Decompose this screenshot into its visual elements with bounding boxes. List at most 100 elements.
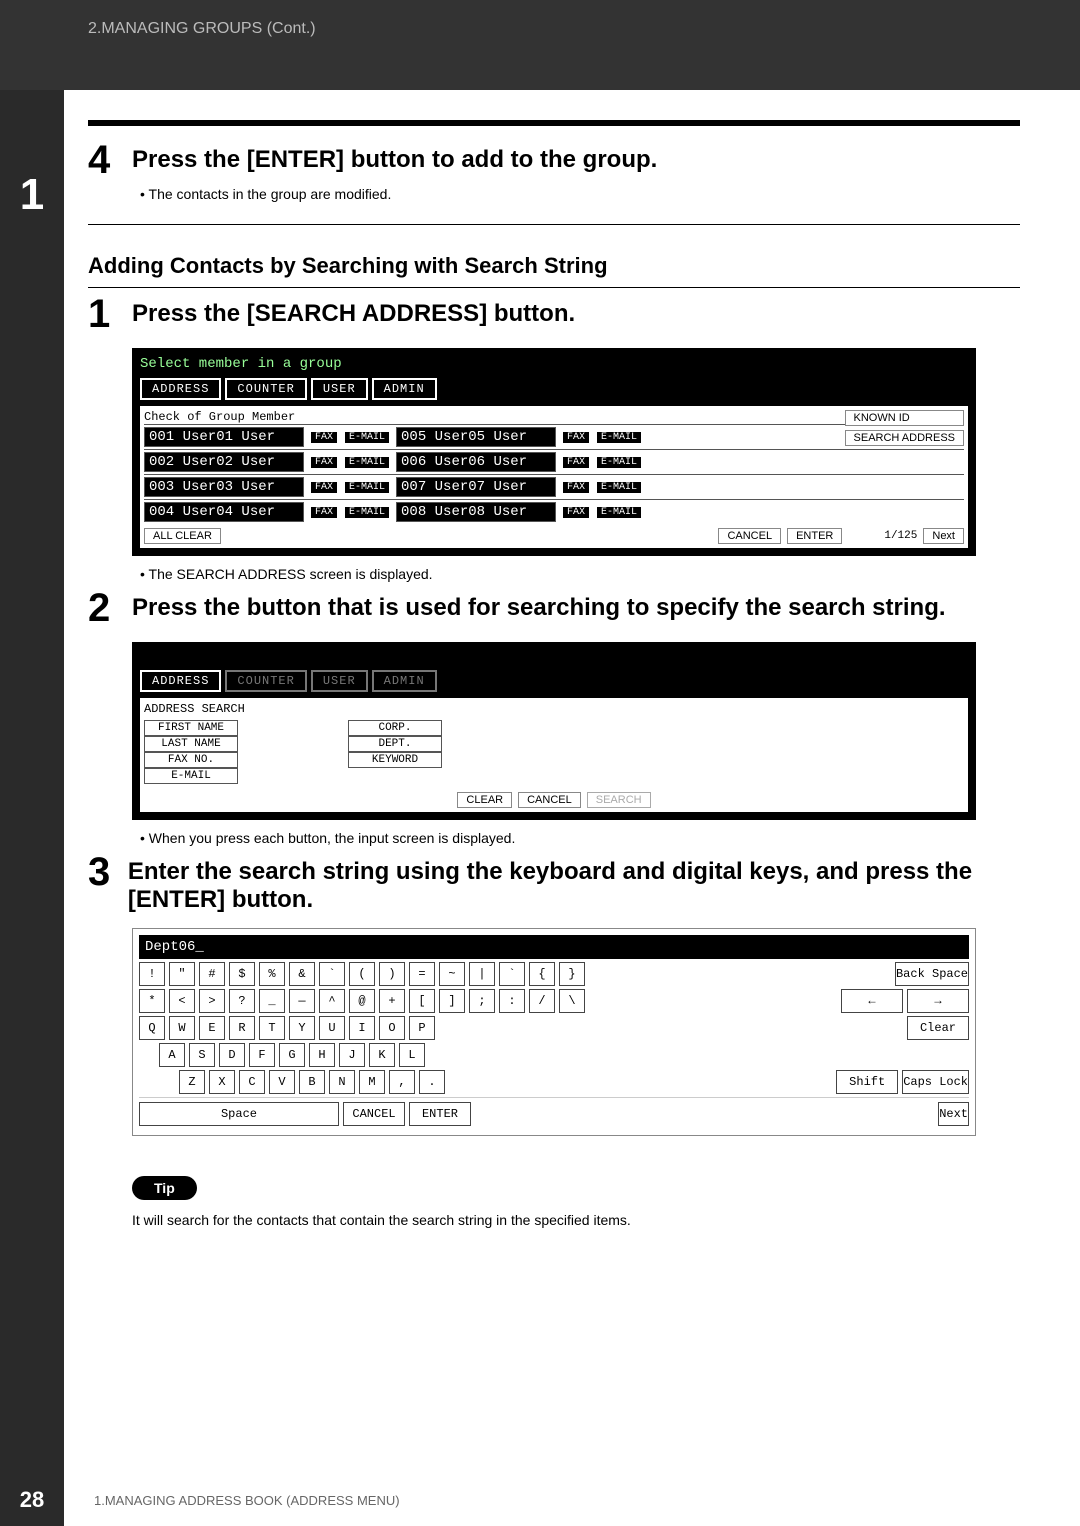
key[interactable]: @ bbox=[349, 989, 375, 1013]
search-address-button[interactable]: SEARCH ADDRESS bbox=[845, 430, 964, 446]
key[interactable]: % bbox=[259, 962, 285, 986]
fax-pill[interactable]: FAX bbox=[310, 456, 338, 469]
key[interactable]: Q bbox=[139, 1016, 165, 1040]
email-pill[interactable]: E-MAIL bbox=[344, 431, 390, 444]
key[interactable]: B bbox=[299, 1070, 325, 1094]
key[interactable]: O bbox=[379, 1016, 405, 1040]
key[interactable]: | bbox=[469, 962, 495, 986]
key[interactable]: W bbox=[169, 1016, 195, 1040]
key[interactable]: # bbox=[199, 962, 225, 986]
all-clear-button[interactable]: ALL CLEAR bbox=[144, 528, 221, 544]
key[interactable]: — bbox=[289, 989, 315, 1013]
key--[interactable]: ← bbox=[841, 989, 903, 1013]
field-button-keyword[interactable]: KEYWORD bbox=[348, 752, 442, 768]
member-cell[interactable]: 005 User05 User bbox=[396, 427, 556, 447]
key[interactable]: } bbox=[559, 962, 585, 986]
next-key[interactable]: Next bbox=[938, 1102, 969, 1126]
field-button-fax-no-[interactable]: FAX NO. bbox=[144, 752, 238, 768]
member-cell[interactable]: 001 User01 User bbox=[144, 427, 304, 447]
key[interactable]: & bbox=[289, 962, 315, 986]
tab-address[interactable]: ADDRESS bbox=[140, 378, 221, 400]
key[interactable]: Y bbox=[289, 1016, 315, 1040]
fax-pill[interactable]: FAX bbox=[310, 506, 338, 519]
tab-counter[interactable]: COUNTER bbox=[225, 378, 306, 400]
key[interactable]: ] bbox=[439, 989, 465, 1013]
member-cell[interactable]: 008 User08 User bbox=[396, 502, 556, 522]
key[interactable]: U bbox=[319, 1016, 345, 1040]
tab-address[interactable]: ADDRESS bbox=[140, 670, 221, 692]
space-key[interactable]: Space bbox=[139, 1102, 339, 1126]
email-pill[interactable]: E-MAIL bbox=[596, 456, 642, 469]
email-pill[interactable]: E-MAIL bbox=[596, 481, 642, 494]
key[interactable]: , bbox=[389, 1070, 415, 1094]
field-button-first-name[interactable]: FIRST NAME bbox=[144, 720, 238, 736]
cancel-button[interactable]: CANCEL bbox=[518, 792, 581, 808]
field-button-last-name[interactable]: LAST NAME bbox=[144, 736, 238, 752]
key[interactable]: ~ bbox=[439, 962, 465, 986]
enter-key[interactable]: ENTER bbox=[409, 1102, 471, 1126]
key[interactable]: S bbox=[189, 1043, 215, 1067]
key[interactable]: < bbox=[169, 989, 195, 1013]
key[interactable]: > bbox=[199, 989, 225, 1013]
cancel-key[interactable]: CANCEL bbox=[343, 1102, 405, 1126]
fax-pill[interactable]: FAX bbox=[562, 506, 590, 519]
key[interactable]: / bbox=[529, 989, 555, 1013]
key[interactable]: H bbox=[309, 1043, 335, 1067]
next-button[interactable]: Next bbox=[923, 528, 964, 544]
key[interactable]: P bbox=[409, 1016, 435, 1040]
key[interactable]: ; bbox=[469, 989, 495, 1013]
member-cell[interactable]: 003 User03 User bbox=[144, 477, 304, 497]
member-cell[interactable]: 002 User02 User bbox=[144, 452, 304, 472]
key[interactable]: I bbox=[349, 1016, 375, 1040]
enter-button[interactable]: ENTER bbox=[787, 528, 842, 544]
key-back-space[interactable]: Back Space bbox=[895, 962, 969, 986]
member-cell[interactable]: 006 User06 User bbox=[396, 452, 556, 472]
key[interactable]: J bbox=[339, 1043, 365, 1067]
cancel-button[interactable]: CANCEL bbox=[718, 528, 781, 544]
email-pill[interactable]: E-MAIL bbox=[596, 431, 642, 444]
key[interactable]: N bbox=[329, 1070, 355, 1094]
fax-pill[interactable]: FAX bbox=[310, 481, 338, 494]
fax-pill[interactable]: FAX bbox=[562, 481, 590, 494]
key[interactable]: M bbox=[359, 1070, 385, 1094]
key[interactable]: Z bbox=[179, 1070, 205, 1094]
key-clear[interactable]: Clear bbox=[907, 1016, 969, 1040]
key[interactable]: $ bbox=[229, 962, 255, 986]
fax-pill[interactable]: FAX bbox=[562, 456, 590, 469]
email-pill[interactable]: E-MAIL bbox=[344, 456, 390, 469]
key[interactable]: [ bbox=[409, 989, 435, 1013]
tab-admin[interactable]: ADMIN bbox=[372, 378, 437, 400]
field-button-e-mail[interactable]: E-MAIL bbox=[144, 768, 238, 784]
key[interactable]: ! bbox=[139, 962, 165, 986]
key[interactable]: ` bbox=[319, 962, 345, 986]
key[interactable]: L bbox=[399, 1043, 425, 1067]
field-button-corp-[interactable]: CORP. bbox=[348, 720, 442, 736]
key[interactable]: { bbox=[529, 962, 555, 986]
known-id-button[interactable]: KNOWN ID bbox=[845, 410, 964, 426]
key[interactable]: X bbox=[209, 1070, 235, 1094]
fax-pill[interactable]: FAX bbox=[310, 431, 338, 444]
email-pill[interactable]: E-MAIL bbox=[344, 481, 390, 494]
key[interactable]: ` bbox=[499, 962, 525, 986]
email-pill[interactable]: E-MAIL bbox=[596, 506, 642, 519]
key[interactable]: ) bbox=[379, 962, 405, 986]
key-shift[interactable]: Shift bbox=[836, 1070, 898, 1094]
key[interactable]: T bbox=[259, 1016, 285, 1040]
member-cell[interactable]: 004 User04 User bbox=[144, 502, 304, 522]
member-cell[interactable]: 007 User07 User bbox=[396, 477, 556, 497]
key[interactable]: K bbox=[369, 1043, 395, 1067]
key[interactable]: " bbox=[169, 962, 195, 986]
key[interactable]: A bbox=[159, 1043, 185, 1067]
fax-pill[interactable]: FAX bbox=[562, 431, 590, 444]
key[interactable]: E bbox=[199, 1016, 225, 1040]
key[interactable]: : bbox=[499, 989, 525, 1013]
key[interactable]: D bbox=[219, 1043, 245, 1067]
key[interactable]: ^ bbox=[319, 989, 345, 1013]
key[interactable]: F bbox=[249, 1043, 275, 1067]
email-pill[interactable]: E-MAIL bbox=[344, 506, 390, 519]
key--[interactable]: → bbox=[907, 989, 969, 1013]
key[interactable]: = bbox=[409, 962, 435, 986]
key[interactable]: V bbox=[269, 1070, 295, 1094]
key[interactable]: \ bbox=[559, 989, 585, 1013]
key[interactable]: R bbox=[229, 1016, 255, 1040]
